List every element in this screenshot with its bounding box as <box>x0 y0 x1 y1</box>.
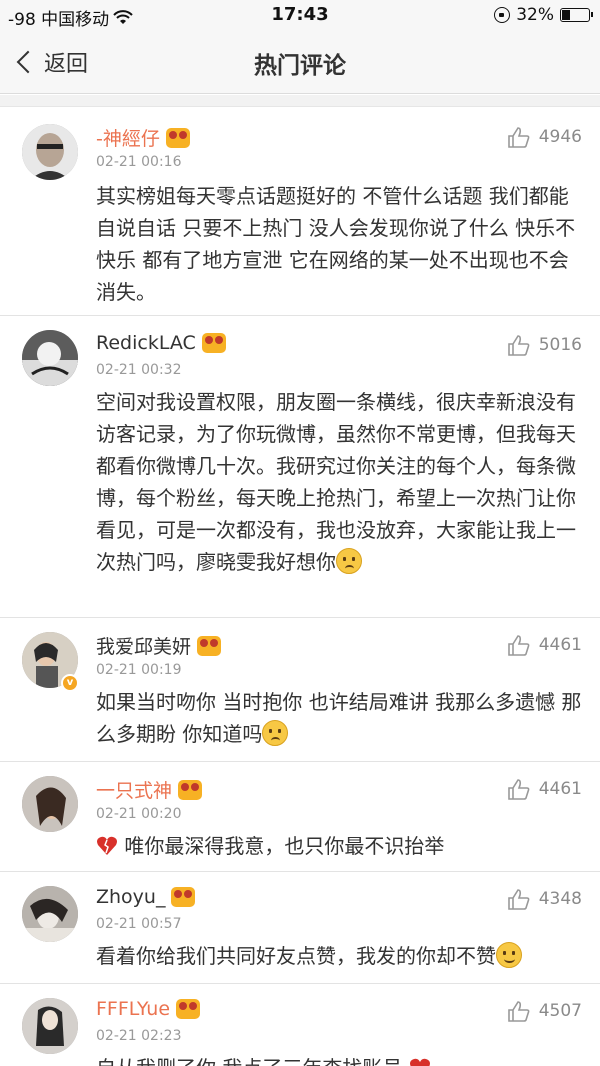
battery-percent: 32% <box>516 5 554 25</box>
vip-badge-icon <box>197 635 222 656</box>
thumbs-up-icon <box>507 779 530 800</box>
like-button[interactable]: 4348 <box>507 888 582 910</box>
vip-badge-icon <box>176 999 201 1019</box>
orientation-lock-icon <box>494 7 511 23</box>
like-button[interactable]: 5016 <box>507 334 582 356</box>
like-count: 4507 <box>538 1001 582 1021</box>
comment-body: 唯你最深得我意，也只你最不识抬举 <box>124 834 445 858</box>
avatar[interactable] <box>22 886 78 942</box>
vip-badge-icon <box>201 333 226 353</box>
thumbs-up-icon <box>507 889 530 910</box>
thumbs-up-icon <box>507 335 530 356</box>
like-count: 4461 <box>538 779 582 799</box>
avatar[interactable] <box>22 330 78 386</box>
username-label: 一只式神 <box>96 780 173 802</box>
like-count: 4946 <box>538 127 582 147</box>
timestamp: 02-21 00:32 <box>96 362 182 378</box>
avatar[interactable] <box>22 776 78 832</box>
timestamp: 02-21 00:20 <box>96 806 182 822</box>
comment-text: 空间对我设置权限，朋友圈一条横线，很庆幸新浪没有访客记录，为了你玩微博，虽然你不… <box>96 386 586 578</box>
username-label: Zhoyu_ <box>96 886 166 908</box>
username-label: -神經仔 <box>96 128 160 150</box>
timestamp: 02-21 00:16 <box>96 154 182 170</box>
sad-face-icon <box>262 720 289 746</box>
comment-item[interactable]: FFFLYue 02-21 02:23 4507 自从我删了你 我点了三年查找账… <box>0 984 600 1066</box>
timestamp: 02-21 00:19 <box>96 662 182 678</box>
avatar[interactable] <box>22 998 78 1054</box>
comment-item[interactable]: 一只式神 02-21 00:20 4461 唯你最深得我意，也只你最不识抬举 <box>0 762 600 872</box>
broken-heart-icon <box>97 836 117 855</box>
comment-item[interactable]: v 我爱邱美妍 02-21 00:19 4461 如果当时吻你 当时抱你 也许结… <box>0 618 600 762</box>
navigation-bar: 返回 热门评论 <box>0 30 600 94</box>
comment-text: 如果当时吻你 当时抱你 也许结局难讲 我那么多遗憾 那么多期盼 你知道吗 <box>96 686 586 750</box>
username[interactable]: Zhoyu_ <box>96 886 196 908</box>
sad-face-icon <box>336 548 362 574</box>
like-button[interactable]: 4461 <box>507 634 582 656</box>
like-button[interactable]: 4507 <box>507 1000 582 1022</box>
vip-badge-icon <box>171 887 196 907</box>
username[interactable]: 我爱邱美妍 <box>96 632 222 659</box>
status-right: 32% <box>494 5 593 25</box>
username[interactable]: RedickLAC <box>96 332 226 354</box>
smile-face-icon <box>496 942 522 968</box>
avatar[interactable] <box>22 124 78 180</box>
like-button[interactable]: 4461 <box>507 778 582 800</box>
username[interactable]: FFFLYue <box>96 998 201 1020</box>
comment-body: 空间对我设置权限，朋友圈一条横线，很庆幸新浪没有访客记录，为了你玩微博，虽然你不… <box>96 390 576 574</box>
thumbs-up-icon <box>507 635 530 656</box>
username[interactable]: -神經仔 <box>96 124 190 151</box>
timestamp: 02-21 02:23 <box>96 1028 182 1044</box>
like-count: 4348 <box>538 889 582 909</box>
comment-body: 看着你给我们共同好友点赞，我发的你却不赞 <box>96 944 496 968</box>
comment-text: 自从我删了你 我点了三年查找账号 <box>96 1052 586 1066</box>
page-title: 热门评论 <box>254 53 346 79</box>
vip-badge-icon <box>178 779 203 800</box>
broken-heart-icon <box>409 1058 430 1066</box>
like-count: 5016 <box>538 335 582 355</box>
username-label: FFFLYue <box>96 998 171 1020</box>
comment-item[interactable]: RedickLAC 02-21 00:32 5016 空间对我设置权限，朋友圈一… <box>0 316 600 618</box>
username[interactable]: 一只式神 <box>96 776 203 803</box>
thumbs-up-icon <box>507 1001 530 1022</box>
status-bar: -98 中国移动 17:43 32% <box>0 0 600 30</box>
username-label: 我爱邱美妍 <box>96 636 192 658</box>
divider <box>0 95 600 107</box>
comment-text: 唯你最深得我意，也只你最不识抬举 <box>96 830 586 862</box>
username-label: RedickLAC <box>96 332 196 354</box>
thumbs-up-icon <box>507 127 530 148</box>
comment-text: 其实榜姐每天零点话题挺好的 不管什么话题 我们都能自说自话 只要不上热门 没人会… <box>96 184 576 304</box>
comment-text: 看着你给我们共同好友点赞，我发的你却不赞 <box>96 940 586 972</box>
comment-body: 如果当时吻你 当时抱你 也许结局难讲 我那么多遗憾 那么多期盼 你知道吗 <box>96 690 582 746</box>
vip-badge-icon <box>165 127 190 148</box>
battery-icon <box>560 8 593 22</box>
comment-item[interactable]: -神經仔 02-21 00:16 4946 其实榜姐每天零点话题挺好的 不管什么… <box>0 108 600 316</box>
comment-body: 自从我删了你 我点了三年查找账号 <box>96 1056 402 1066</box>
timestamp: 02-21 00:57 <box>96 916 182 932</box>
like-count: 4461 <box>538 635 582 655</box>
like-button[interactable]: 4946 <box>507 126 582 148</box>
verified-badge-icon: v <box>61 674 79 692</box>
comment-item[interactable]: Zhoyu_ 02-21 00:57 4348 看着你给我们共同好友点赞，我发的… <box>0 872 600 984</box>
